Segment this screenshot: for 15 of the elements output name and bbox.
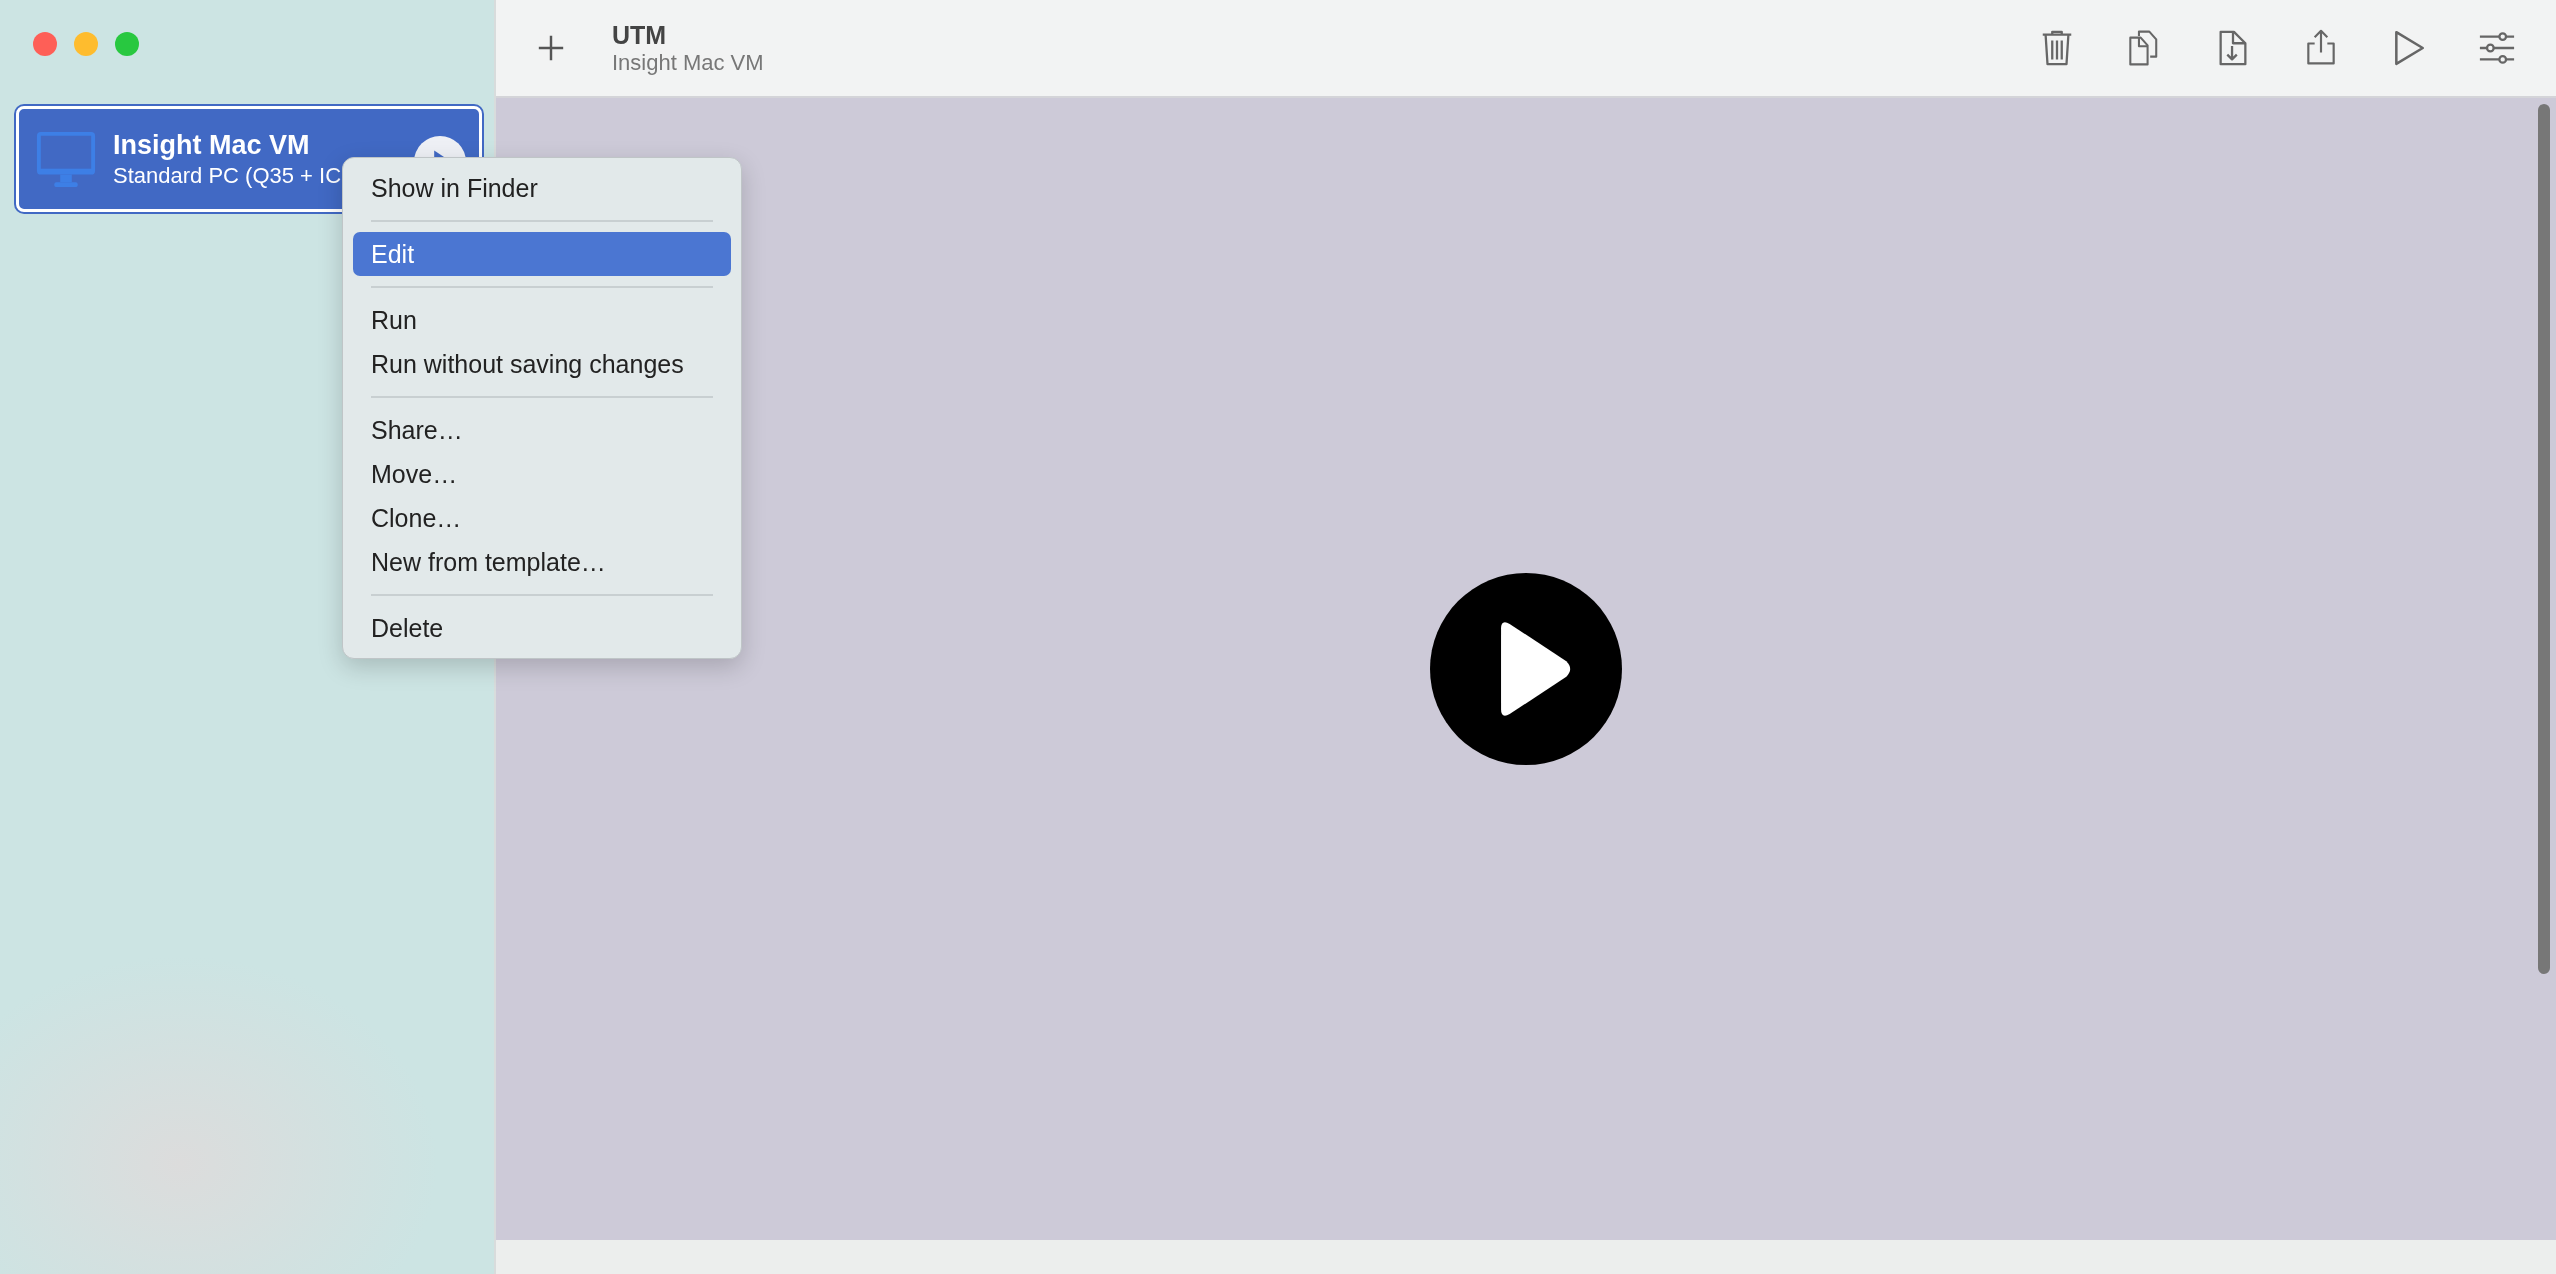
- menu-item[interactable]: New from template…: [353, 540, 731, 584]
- window-subtitle: Insight Mac VM: [612, 49, 764, 76]
- menu-item[interactable]: Run without saving changes: [353, 342, 731, 386]
- menu-item[interactable]: Move…: [353, 452, 731, 496]
- window-title: UTM: [612, 20, 668, 50]
- menu-item[interactable]: Delete: [353, 606, 731, 650]
- menu-item[interactable]: Run: [353, 298, 731, 342]
- play-icon[interactable]: [1430, 573, 1622, 765]
- scrollbar-thumb[interactable]: [2538, 104, 2550, 974]
- settings-sliders-icon[interactable]: [2478, 29, 2516, 67]
- add-icon[interactable]: [536, 33, 566, 63]
- vm-name: Insight Mac VM: [113, 129, 311, 161]
- menu-item[interactable]: Share…: [353, 408, 731, 452]
- menu-item[interactable]: Edit: [353, 232, 731, 276]
- menu-item[interactable]: Clone…: [353, 496, 731, 540]
